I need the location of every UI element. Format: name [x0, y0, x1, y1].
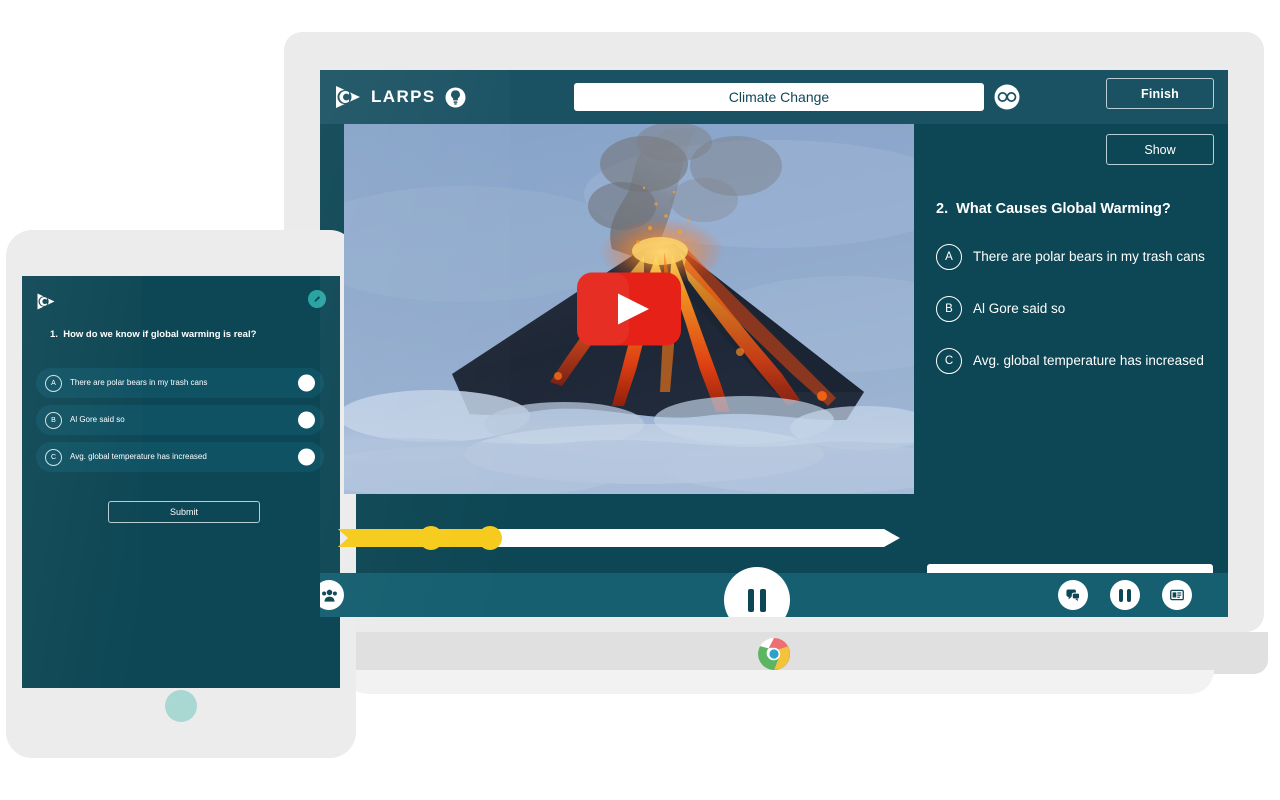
- progress-track[interactable]: [324, 523, 904, 553]
- chat-bubble-icon: [1066, 589, 1081, 602]
- presentation-board-icon: [1170, 589, 1184, 601]
- tablet-answer-options-list: A There are polar bears in my trash cans…: [36, 368, 324, 479]
- lightbulb-icon[interactable]: [445, 87, 466, 108]
- tablet-question-heading: 1. How do we know if global warming is r…: [50, 329, 300, 342]
- question-body: What Causes Global Warming?: [956, 201, 1171, 217]
- show-button[interactable]: Show: [1106, 134, 1214, 165]
- lesson-title-field[interactable]: Climate Change: [574, 83, 984, 111]
- answer-label-a: There are polar bears in my trash cans: [973, 248, 1205, 264]
- finish-button[interactable]: Finish: [1106, 78, 1214, 109]
- progress-marker-2: [478, 526, 502, 550]
- tablet-submit-button[interactable]: Submit: [108, 501, 260, 523]
- tablet-screen: 1. How do we know if global warming is r…: [22, 276, 340, 688]
- question-number: 2.: [936, 201, 949, 217]
- tablet-answer-badge-c: C: [45, 448, 62, 466]
- tablet-radio-b[interactable]: [298, 411, 315, 429]
- tablet-answer-label-a: There are polar bears in my trash cans: [70, 377, 208, 387]
- answer-badge-a: A: [936, 244, 962, 270]
- tablet-radio-c[interactable]: [298, 448, 315, 466]
- answer-badge-c: C: [936, 348, 962, 374]
- tablet-answer-badge-b: B: [45, 411, 62, 429]
- tablet-answer-option-c[interactable]: C Avg. global temperature has increased: [36, 442, 324, 472]
- chat-button[interactable]: [1058, 580, 1088, 610]
- youtube-play-icon[interactable]: [577, 272, 681, 346]
- app-header: LARPS Climate Change Finish: [320, 70, 1228, 124]
- tablet-answer-option-a[interactable]: A There are polar bears in my trash cans: [36, 368, 324, 398]
- tablet-radio-a[interactable]: [298, 374, 315, 392]
- answer-option-a[interactable]: A There are polar bears in my trash cans: [936, 244, 1226, 270]
- lesson-progress-bar[interactable]: [324, 523, 904, 553]
- pause-bar-right-small: [1127, 588, 1131, 602]
- laptop-screen: LARPS Climate Change Finish Show 2. What…: [320, 70, 1228, 617]
- tablet-home-button[interactable]: [165, 690, 197, 722]
- answer-label-b: Al Gore said so: [973, 300, 1066, 316]
- pause-bar-left: [748, 588, 754, 612]
- screenshot-canvas: LARPS Climate Change Finish Show 2. What…: [0, 0, 1280, 800]
- pause-small-button[interactable]: [1110, 580, 1140, 610]
- answer-badge-b: B: [936, 296, 962, 322]
- tablet-answer-badge-a: A: [45, 374, 62, 392]
- chrome-logo-icon: [758, 638, 790, 670]
- answer-options-list: A There are polar bears in my trash cans…: [936, 244, 1226, 400]
- tablet-question-number: 1.: [50, 329, 58, 340]
- brand-name: LARPS: [371, 87, 436, 106]
- tablet-question-body: How do we know if global warming is real…: [63, 329, 257, 340]
- lesson-title-value: Climate Change: [728, 89, 830, 105]
- question-heading: 2. What Causes Global Warming?: [936, 200, 1216, 218]
- tablet-answer-label-b: Al Gore said so: [70, 414, 125, 424]
- people-button[interactable]: [320, 580, 344, 610]
- laptop-base-shadow: [344, 670, 1214, 694]
- brand: LARPS: [334, 84, 466, 110]
- play-circle-logo-icon: [336, 86, 360, 108]
- quiz-panel: Show 2. What Causes Global Warming? A Th…: [922, 124, 1228, 617]
- board-button[interactable]: [1162, 580, 1192, 610]
- progress-marker-1: [419, 526, 443, 550]
- answer-option-b[interactable]: B Al Gore said so: [936, 296, 1226, 322]
- edit-circle-icon[interactable]: [308, 290, 326, 308]
- tablet-answer-label-c: Avg. global temperature has increased: [70, 451, 207, 461]
- video-player[interactable]: [344, 124, 914, 494]
- people-icon: [321, 589, 337, 602]
- answer-option-c[interactable]: C Avg. global temperature has increased: [936, 348, 1226, 374]
- tablet-answer-option-b[interactable]: B Al Gore said so: [36, 405, 324, 435]
- laptop-device: LARPS Climate Change Finish Show 2. What…: [280, 32, 1268, 694]
- answer-label-c: Avg. global temperature has increased: [973, 352, 1204, 368]
- tablet-device: 1. How do we know if global warming is r…: [6, 230, 356, 758]
- glasses-icon[interactable]: [994, 84, 1020, 110]
- pause-bar-left-small: [1119, 588, 1123, 602]
- pause-bar-right: [760, 588, 766, 612]
- edit-glyph-icon: [314, 295, 320, 302]
- play-circle-logo-icon: [37, 293, 55, 310]
